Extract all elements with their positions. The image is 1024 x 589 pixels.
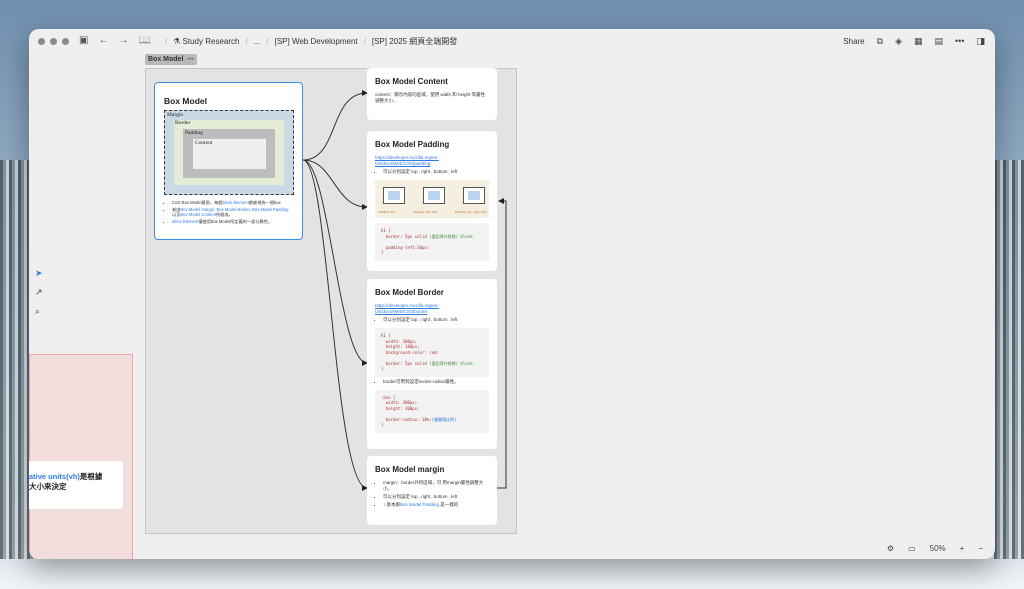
breadcrumb-item-ellipsis[interactable]: ... (254, 37, 261, 46)
block-element-link[interactable]: block Element (223, 200, 249, 205)
zoom-in-button[interactable]: + (960, 544, 965, 553)
forward-arrow-icon[interactable]: → (118, 36, 128, 46)
zoom-level[interactable]: 50% (930, 544, 946, 553)
relative-units-text-2: 大小來決定 (29, 482, 67, 491)
back-arrow-icon[interactable]: ← (98, 36, 108, 46)
padding-card-title: Box Model Padding (375, 140, 450, 149)
pink-group-frame[interactable] (29, 354, 133, 559)
border-region: Border Padding Content (174, 120, 284, 185)
relative-units-link[interactable]: ative units(vh) (29, 472, 80, 481)
border-code-block-2: .box { width: 300px; height: 300px; bord… (375, 389, 489, 433)
background-trees-right (994, 160, 1024, 589)
relative-units-card[interactable]: ative units(vh)是根據 大小來決定 (29, 461, 123, 509)
group-label-tab[interactable]: Box Model ••• (145, 54, 197, 65)
list-item: 可以分別設定 top , right , bottom , left (383, 169, 489, 175)
padding-code-block: h1 { border: 5px solid (要記得外框線) black; p… (375, 223, 489, 261)
padding-caption: Padding: 5px 10px (413, 210, 438, 214)
list-item: ↑ 基本跟Box Model Padding 是一樣的 (383, 502, 489, 508)
titlebar-actions: Share ⧉ ◈ ▦ ▤ ••• ◨ (843, 36, 985, 47)
border-label: Border (175, 120, 191, 126)
select-pointer-icon[interactable]: ➤ (35, 269, 43, 278)
sidebar-toggle-icon[interactable]: ▣ (79, 36, 88, 46)
padding-caption: Padding: 5px (378, 210, 396, 214)
box-model-padding-link[interactable]: Box Model Padding (400, 502, 439, 507)
margin-label: Margin (167, 112, 184, 118)
padding-region: Padding Content (183, 129, 275, 178)
box-model-parts-link[interactable]: Box Model margin, Box Model Border, Box … (180, 207, 288, 212)
breadcrumb-item-current-page[interactable]: [SP] 2025 網頁全端開發 (372, 36, 457, 47)
relative-units-text-1: 是根據 (79, 472, 103, 481)
calendar-icon[interactable]: ▦ (914, 36, 923, 47)
list-item: CSS Box Model意即，每個block Element都被視為一個box (172, 200, 293, 206)
border-code-block-1: h1 { width: 300px; height: 100px; backgr… (375, 328, 489, 377)
border-card-title: Box Model Border (375, 288, 444, 297)
box-model-border-card[interactable]: Box Model Border https://developer.mozil… (367, 279, 497, 449)
padding-label: Padding (185, 130, 204, 136)
padding-mdn-link[interactable]: https://developer.mozilla.org/en-US/docs… (375, 155, 489, 167)
margin-card-title: Box Model margin (375, 465, 445, 474)
close-window-dot[interactable] (38, 37, 45, 45)
border-mdn-link[interactable]: https://developer.mozilla.org/en-US/docs… (375, 303, 489, 315)
share-button[interactable]: Share (843, 37, 864, 46)
box-model-card[interactable]: Box Model Margin Border Padding Content … (154, 82, 303, 240)
background-snow (0, 559, 1024, 589)
content-label: Content (195, 140, 213, 146)
box-model-margin-card[interactable]: Box Model margin margin：border外的區域，可 用ma… (367, 456, 497, 525)
layers-icon[interactable]: ◈ (895, 36, 902, 47)
breadcrumb: / ⚗ Study Research / ... / [SP] Web Deve… (164, 36, 458, 47)
search-icon[interactable]: ⌕ (35, 307, 43, 316)
list-item: margin：border外的區域，可 用margin屬性調整大小。 (383, 480, 489, 492)
minimize-window-dot[interactable] (50, 37, 57, 45)
grid-icon[interactable]: ▤ (935, 36, 944, 47)
inline-element-link[interactable]: inline Element (172, 219, 198, 224)
zoom-out-button[interactable]: − (978, 544, 983, 553)
box-model-content-card[interactable]: Box Model Content content：顯示內容的區域，使用 wid… (367, 68, 497, 120)
book-icon[interactable]: 📖 (138, 36, 150, 46)
box-model-padding-card[interactable]: Box Model Padding https://developer.mozi… (367, 131, 497, 271)
list-item: 可以分別設定 top , right , bottom , left (383, 494, 489, 500)
box-model-title: Box Model (164, 96, 207, 106)
app-window: ▣ ← → 📖 / ⚗ Study Research / ... / [SP] … (29, 29, 995, 559)
box-model-content-link[interactable]: Box Model Content (180, 212, 216, 217)
canvas-toolbar: ➤ ↗ ⌕ (35, 269, 43, 316)
breadcrumb-item-study-research[interactable]: ⚗ Study Research (173, 37, 239, 46)
list-item: 可以分別設定 top , right , bottom , left (383, 317, 489, 323)
more-icon[interactable]: ••• (955, 36, 964, 46)
connector-arrow-icon[interactable]: ↗ (35, 288, 43, 297)
content-card-text: content：顯示內容的區域，使用 width 和 height 等屬性調整大… (375, 92, 486, 103)
right-panel-icon[interactable]: ◨ (976, 36, 985, 47)
group-label: Box Model (148, 56, 184, 63)
copy-icon[interactable]: ⧉ (877, 36, 883, 47)
content-region: Content (193, 139, 266, 169)
laptop-icon[interactable]: ▭ (908, 544, 916, 553)
list-item: border可用到設定border-radius屬性。 (383, 379, 489, 385)
box-model-diagram: Margin Border Padding Content (164, 110, 294, 195)
padding-illustration: Padding: 5px Padding: 5px 10px Padding: … (375, 180, 489, 218)
breadcrumb-label: Study Research (182, 36, 240, 46)
zoom-window-dot[interactable] (62, 37, 69, 45)
canvas-bottom-bar: ⚙ ▭ 50% + − (887, 544, 983, 553)
padding-caption: Padding: 5px 10px 20px (455, 210, 488, 214)
list-item: 者由Box Model margin, Box Model Border, Bo… (172, 207, 293, 218)
settings-sliders-icon[interactable]: ⚙ (887, 544, 894, 553)
window-controls[interactable] (38, 37, 69, 45)
content-card-title: Box Model Content (375, 77, 448, 86)
group-more-icon[interactable]: ••• (187, 57, 193, 63)
box-model-bullets: CSS Box Model意即，每個block Element都被視為一個box… (172, 200, 293, 224)
breadcrumb-item-web-development[interactable]: [SP] Web Development (275, 37, 358, 46)
list-item: inline Element僅使用box Model所定義的一部分屬性。 (172, 219, 293, 225)
titlebar: ▣ ← → 📖 / ⚗ Study Research / ... / [SP] … (29, 29, 995, 53)
